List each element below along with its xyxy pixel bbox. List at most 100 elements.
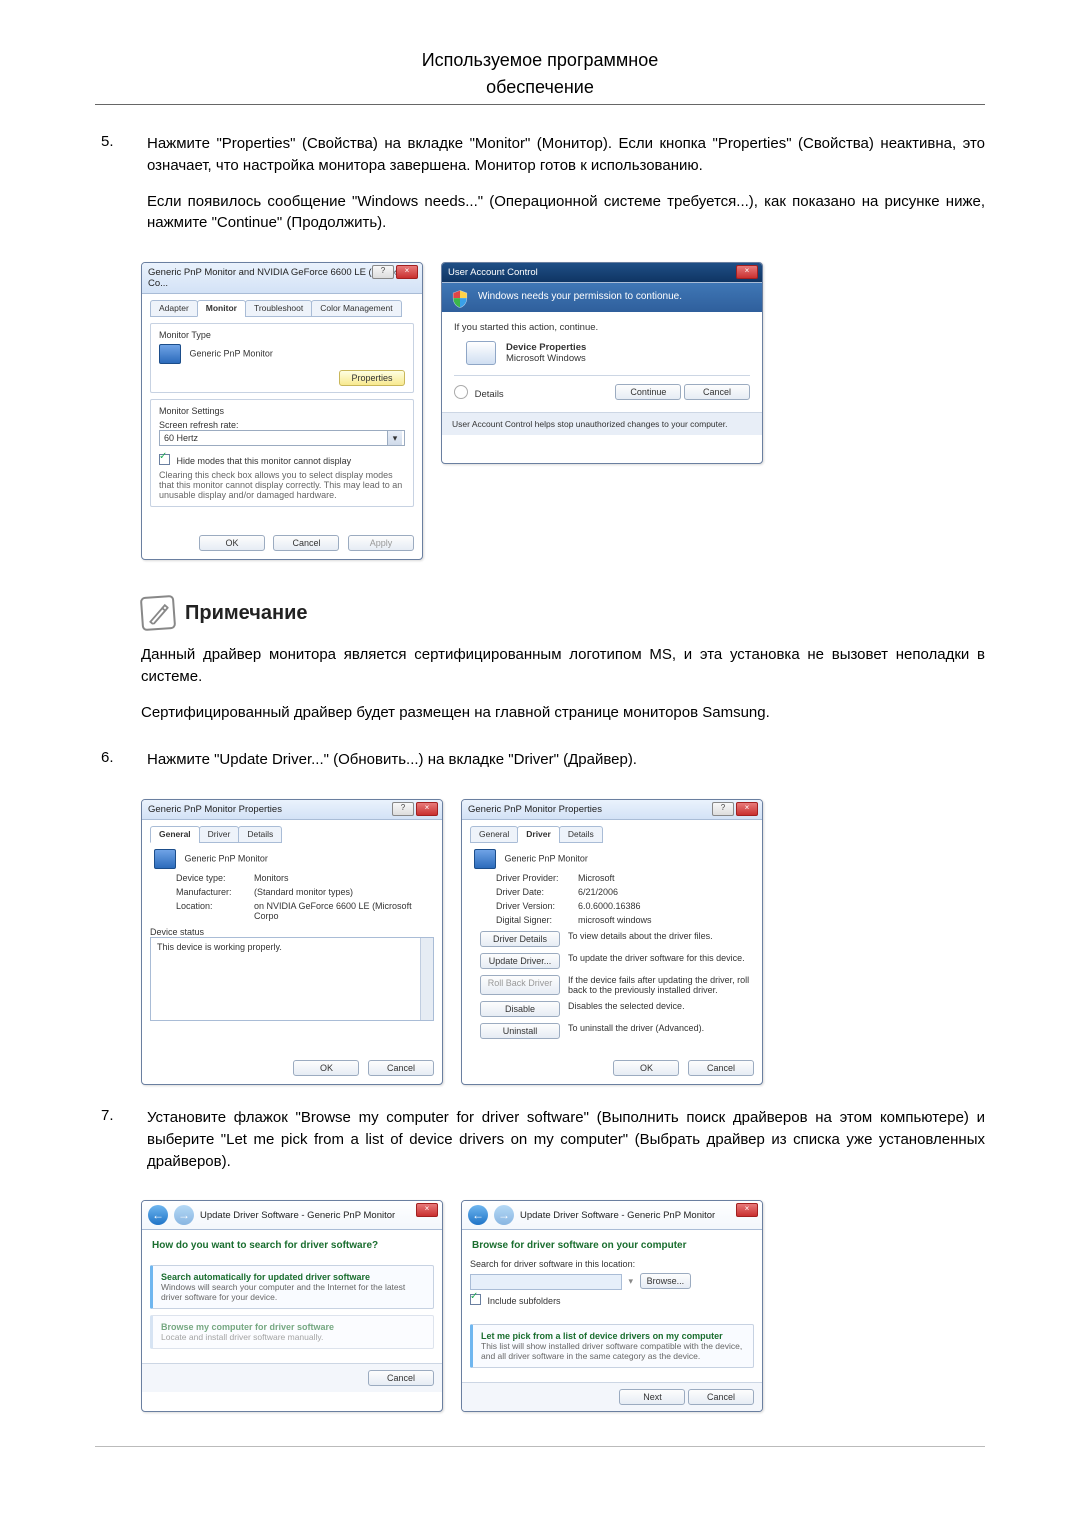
window-close-icon[interactable]: × <box>396 265 418 279</box>
hide-modes-checkbox[interactable] <box>159 454 170 465</box>
step-6-number: 6. <box>95 749 147 785</box>
shield-icon <box>450 289 470 309</box>
step-6-text-1: Нажмите "Update Driver..." (Обновить...)… <box>147 749 985 771</box>
refresh-rate-label: Screen refresh rate: <box>159 420 405 430</box>
window-close-icon[interactable]: × <box>736 802 758 816</box>
pnp-general-kv: Device type: Monitors Manufacturer: (Sta… <box>176 873 434 921</box>
monitor-properties-dialog: Generic PnP Monitor and NVIDIA GeForce 6… <box>141 262 423 560</box>
option-let-me-pick[interactable]: Let me pick from a list of device driver… <box>470 1324 754 1368</box>
monitor-settings-label: Monitor Settings <box>159 406 405 416</box>
driver-details-button[interactable]: Driver Details <box>480 931 560 947</box>
update-driver-button[interactable]: Update Driver... <box>480 953 560 969</box>
tab-general[interactable]: General <box>470 826 518 843</box>
wizard-b-heading: Browse for driver software on your compu… <box>470 1236 754 1259</box>
monitor-icon <box>159 344 181 364</box>
device-icon <box>466 341 496 365</box>
figure-row-2: Generic PnP Monitor Properties ?× Genera… <box>141 799 985 1085</box>
uac-dialog: User Account Control × Windows needs you… <box>441 262 763 464</box>
back-arrow-icon[interactable]: ← <box>148 1205 168 1225</box>
tab-monitor[interactable]: Monitor <box>197 300 246 317</box>
cancel-button[interactable]: Cancel <box>368 1370 434 1386</box>
update-driver-wizard-a: ← → Update Driver Software - Generic PnP… <box>141 1200 443 1412</box>
back-arrow-icon[interactable]: ← <box>468 1205 488 1225</box>
monitor-icon <box>154 849 176 869</box>
window-close-icon[interactable]: × <box>736 1203 758 1217</box>
wizard-b-crumb: Update Driver Software - Generic PnP Mon… <box>520 1210 715 1221</box>
kv-signer-value: microsoft windows <box>578 915 754 925</box>
tab-details[interactable]: Details <box>238 826 282 843</box>
kv-signer-label: Digital Signer: <box>496 915 578 925</box>
refresh-rate-select[interactable]: 60 Hertz <box>159 430 405 446</box>
apply-button[interactable]: Apply <box>348 535 414 551</box>
cancel-button[interactable]: Cancel <box>368 1060 434 1076</box>
step-7-number: 7. <box>95 1107 147 1186</box>
include-subfolders-checkbox[interactable] <box>470 1294 481 1305</box>
uninstall-button[interactable]: Uninstall <box>480 1023 560 1039</box>
scrollbar[interactable] <box>420 938 433 1020</box>
kv-version-value: 6.0.6000.16386 <box>578 901 754 911</box>
window-help-icon[interactable]: ? <box>392 802 414 816</box>
cancel-button[interactable]: Cancel <box>688 1389 754 1405</box>
uac-details-toggle[interactable]: Details <box>475 389 504 400</box>
tab-driver[interactable]: Driver <box>199 826 240 843</box>
chevron-down-icon[interactable] <box>454 385 468 399</box>
hide-modes-help: Clearing this check box allows you to se… <box>159 470 405 500</box>
option-browse-my-computer[interactable]: Browse my computer for driver software L… <box>150 1315 434 1349</box>
uninstall-desc: To uninstall the driver (Advanced). <box>568 1023 754 1039</box>
pnp-general-name: Generic PnP Monitor <box>185 853 268 863</box>
chevron-down-icon[interactable]: ▾ <box>629 1276 634 1286</box>
tab-driver[interactable]: Driver <box>517 826 560 843</box>
ok-button[interactable]: OK <box>293 1060 359 1076</box>
search-location-input[interactable] <box>470 1274 622 1290</box>
option-browse-title: Browse my computer for driver software <box>161 1322 425 1332</box>
note-text-2: Сертифицированный драйвер будет размещен… <box>141 702 985 724</box>
uac-cancel-button[interactable]: Cancel <box>684 384 750 400</box>
include-subfolders-label: Include subfolders <box>488 1296 561 1306</box>
refresh-rate-value: 60 Hertz <box>164 433 198 443</box>
ok-button[interactable]: OK <box>613 1060 679 1076</box>
browse-button[interactable]: Browse... <box>640 1273 692 1289</box>
cancel-button[interactable]: Cancel <box>273 535 339 551</box>
tab-details[interactable]: Details <box>559 826 603 843</box>
pnp-driver-dialog: Generic PnP Monitor Properties ?× Genera… <box>461 799 763 1085</box>
tab-adapter[interactable]: Adapter <box>150 300 198 317</box>
disable-desc: Disables the selected device. <box>568 1001 754 1017</box>
monitor-type-label: Monitor Type <box>159 330 405 340</box>
step-7-text-1: Установите флажок "Browse my computer fo… <box>147 1107 985 1172</box>
kv-provider-label: Driver Provider: <box>496 873 578 883</box>
window-close-icon[interactable]: × <box>416 1203 438 1217</box>
option-auto-sub: Windows will search your computer and th… <box>161 1282 425 1302</box>
uac-device-name: Device Properties <box>506 342 586 353</box>
note-text-1: Данный драйвер монитора является сертифи… <box>141 644 985 688</box>
window-help-icon[interactable]: ? <box>712 802 734 816</box>
pnp-driver-title: Generic PnP Monitor Properties ?× <box>462 800 762 820</box>
ok-button[interactable]: OK <box>199 535 265 551</box>
hide-modes-label: Hide modes that this monitor cannot disp… <box>177 456 352 466</box>
note-title: Примечание <box>185 602 308 625</box>
tab-general[interactable]: General <box>150 826 200 843</box>
step-6: 6. Нажмите "Update Driver..." (Обновить.… <box>95 749 985 785</box>
window-close-icon[interactable]: × <box>416 802 438 816</box>
window-help-icon[interactable]: ? <box>372 265 394 279</box>
monitor-dialog-tabs: Adapter Monitor Troubleshoot Color Manag… <box>150 300 414 317</box>
update-driver-desc: To update the driver software for this d… <box>568 953 754 969</box>
monitor-dialog-title: Generic PnP Monitor and NVIDIA GeForce 6… <box>142 263 422 294</box>
uac-device-row: Device Properties Microsoft Windows <box>466 341 750 365</box>
option-search-automatically[interactable]: Search automatically for updated driver … <box>150 1265 434 1309</box>
device-status-label: Device status <box>150 927 434 937</box>
tab-troubleshoot[interactable]: Troubleshoot <box>245 300 312 317</box>
uac-banner-text: Windows needs your permission to contion… <box>478 291 682 302</box>
rollback-driver-button[interactable]: Roll Back Driver <box>480 975 560 995</box>
disable-button[interactable]: Disable <box>480 1001 560 1017</box>
uac-close-icon[interactable]: × <box>736 265 758 279</box>
cancel-button[interactable]: Cancel <box>688 1060 754 1076</box>
next-button[interactable]: Next <box>619 1389 685 1405</box>
tab-color-management[interactable]: Color Management <box>311 300 401 317</box>
monitor-dialog-title-text: Generic PnP Monitor and NVIDIA GeForce 6… <box>148 267 410 289</box>
document-page: Используемое программное обеспечение 5. … <box>0 0 1080 1527</box>
continue-button[interactable]: Continue <box>615 384 681 400</box>
wizard-a-question: How do you want to search for driver sof… <box>150 1236 434 1259</box>
properties-button[interactable]: Properties <box>339 370 405 386</box>
note-icon <box>140 595 176 631</box>
pnp-general-dialog: Generic PnP Monitor Properties ?× Genera… <box>141 799 443 1085</box>
